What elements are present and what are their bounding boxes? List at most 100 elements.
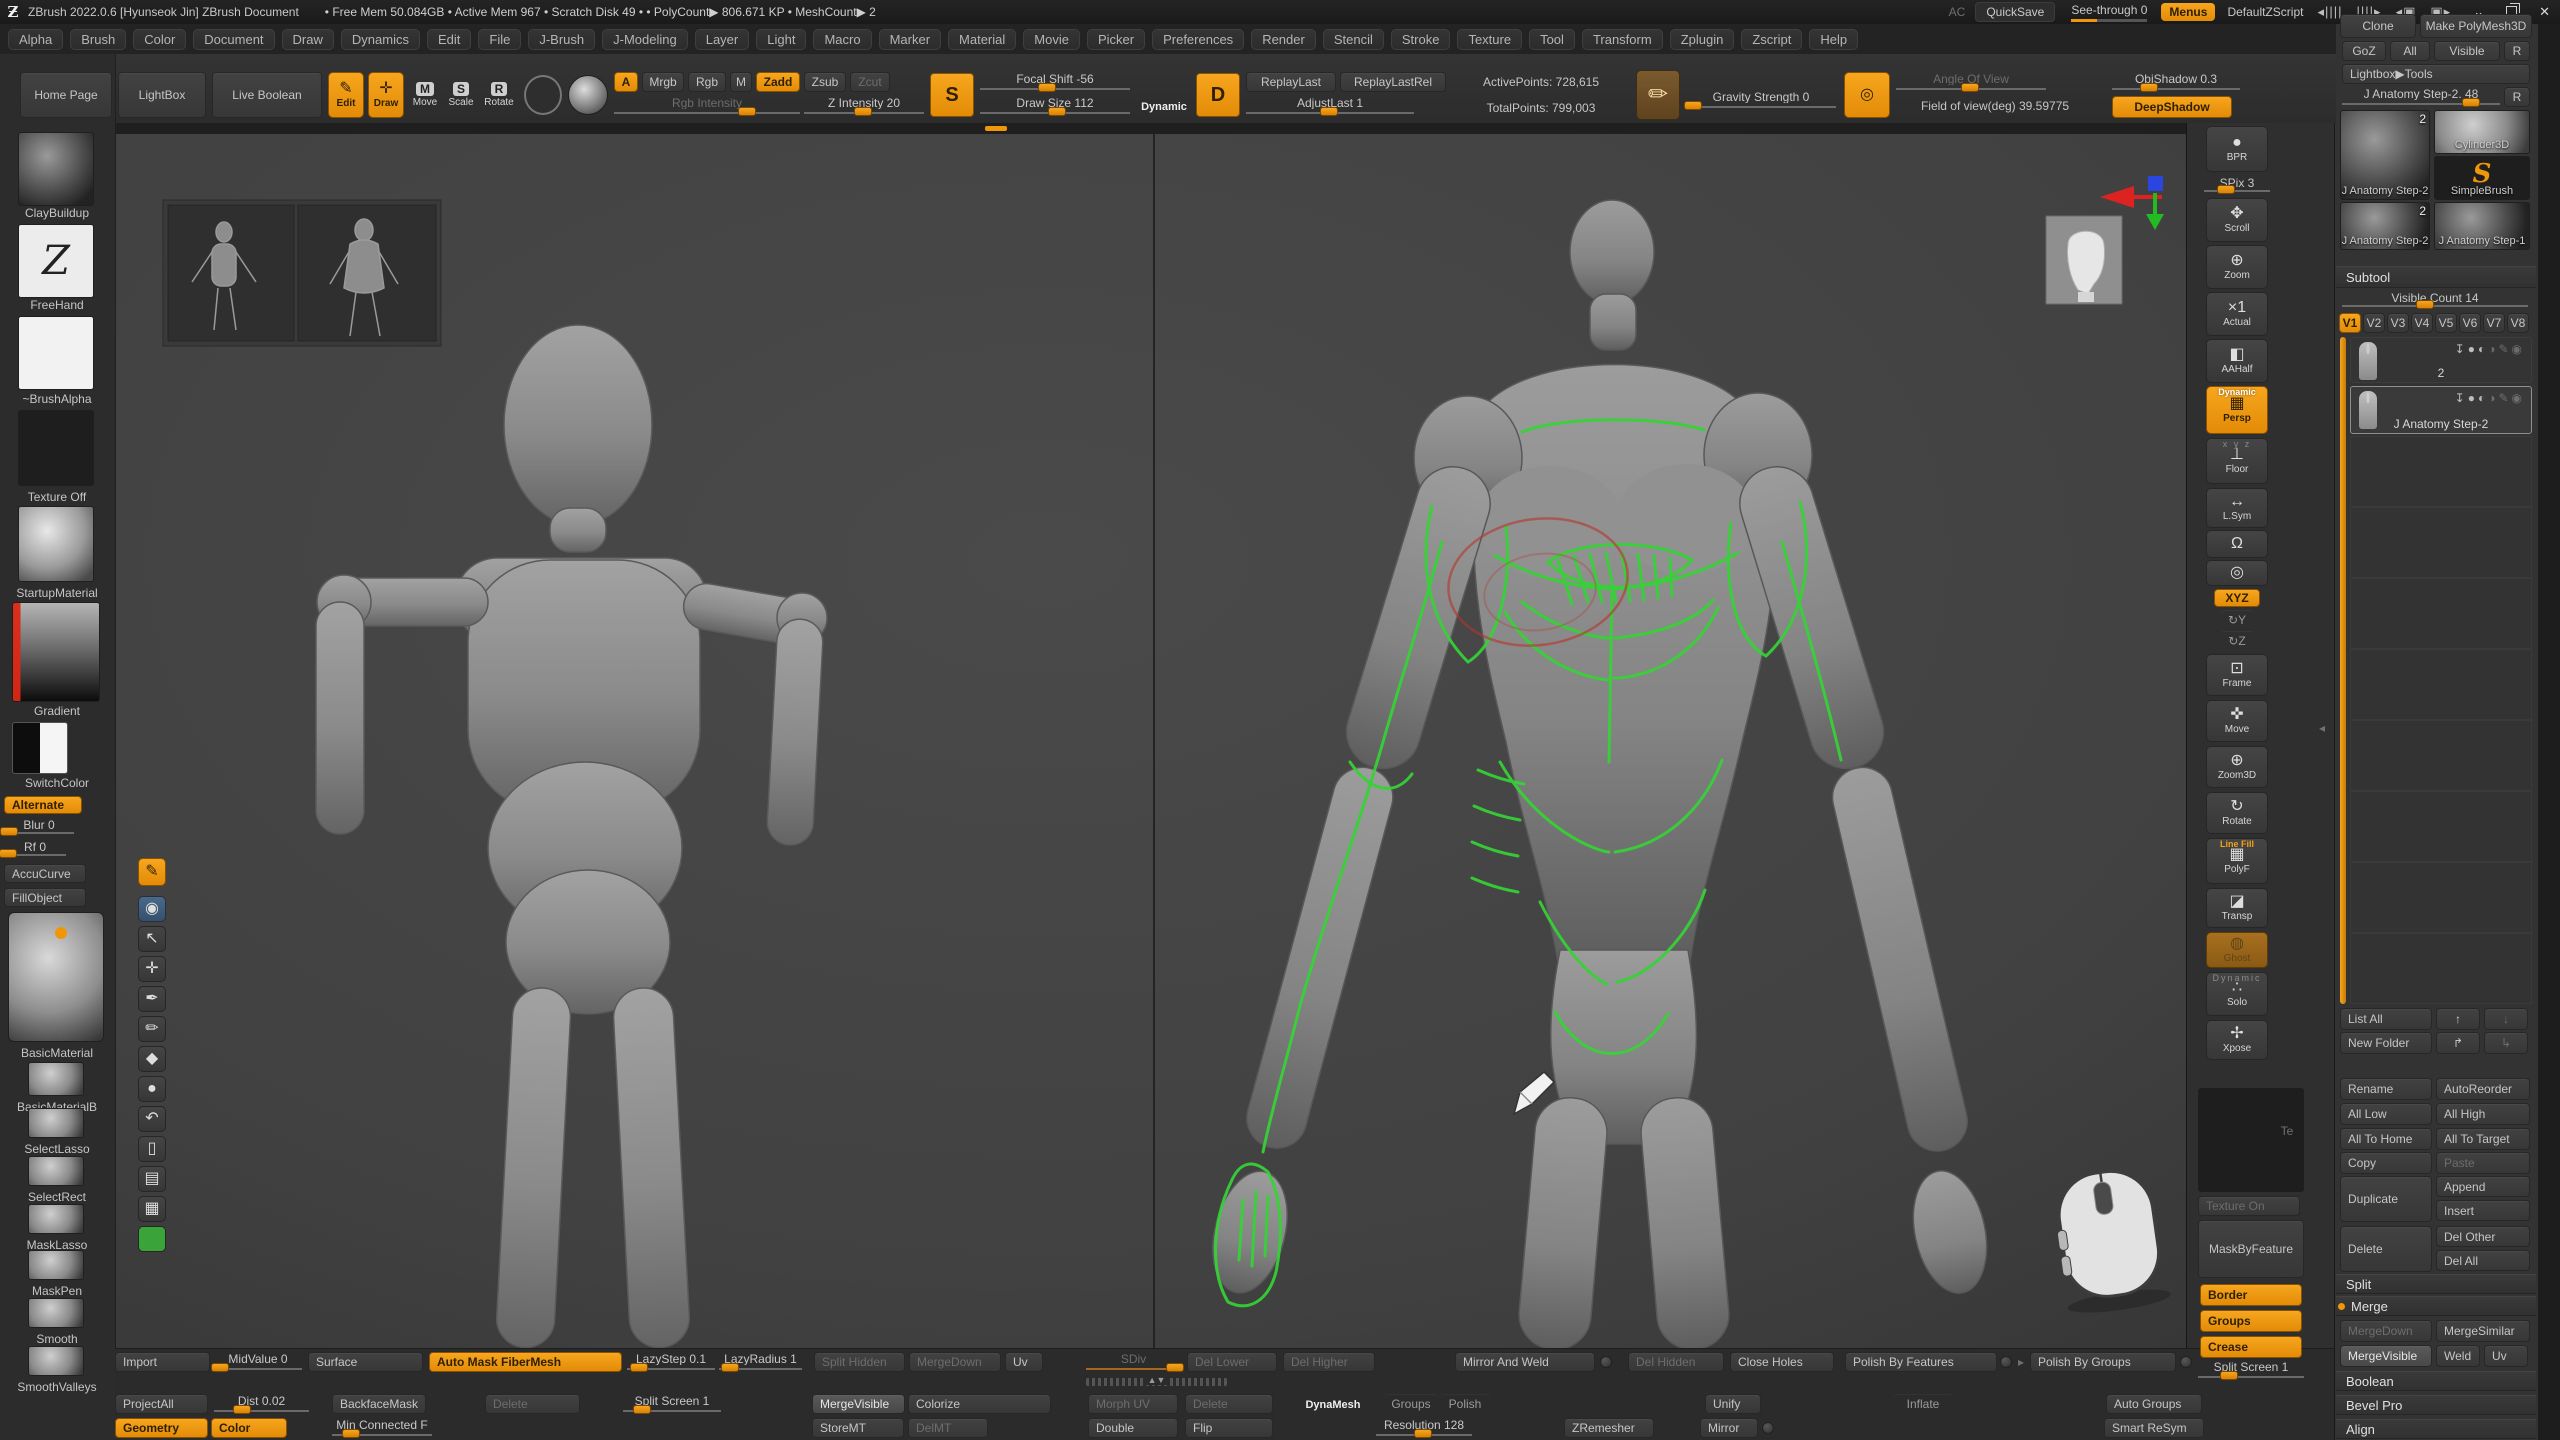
goz-button[interactable]: GoZ (2342, 41, 2386, 61)
close-button[interactable]: ✕ (2539, 4, 2550, 20)
switch-color-swatch[interactable] (12, 722, 68, 774)
menu-j-modeling[interactable]: J-Modeling (602, 29, 688, 50)
z-intensity-slider[interactable]: Z Intensity 20 (804, 96, 924, 116)
autoreorder-button[interactable]: AutoReorder (2436, 1078, 2530, 1100)
current-material-icon[interactable] (568, 75, 608, 115)
paint-a-toggle[interactable]: A (614, 72, 638, 92)
mergevisible-bottom-button[interactable]: MergeVisible (812, 1394, 905, 1414)
menu-render[interactable]: Render (1251, 29, 1316, 50)
del-all-button[interactable]: Del All (2436, 1250, 2530, 1271)
obj-shadow-slider-handle[interactable] (2140, 83, 2158, 92)
m-toggle[interactable]: M (730, 72, 752, 92)
quicksave-button[interactable]: QuickSave (1975, 2, 2055, 22)
lazyradius-slider[interactable]: LazyRadius 1 (719, 1352, 802, 1372)
menu-draw[interactable]: Draw (282, 29, 334, 50)
transp-button[interactable]: ◪Transp (2206, 888, 2268, 928)
mergedown-bottom-button[interactable]: MergeDown (909, 1352, 1001, 1372)
subtool-row-empty[interactable] (2350, 720, 2532, 791)
lazyradius-slider-handle[interactable] (721, 1363, 739, 1372)
menu-tool[interactable]: Tool (1529, 29, 1575, 50)
smooth-thumbnail[interactable] (28, 1298, 84, 1328)
tool-simplebrush[interactable]: SimpleBrushS (2434, 156, 2530, 200)
tool-name-slider[interactable]: J Anatomy Step-2. 48 (2342, 87, 2500, 107)
adjust-last-slider[interactable]: AdjustLast 1 (1246, 96, 1414, 116)
double-button[interactable]: Double (1088, 1418, 1178, 1438)
subtool-row-empty[interactable] (2350, 862, 2532, 933)
brush-thumbnail[interactable] (18, 132, 94, 206)
duplicate-button[interactable]: Duplicate (2340, 1176, 2432, 1222)
mergedown-button[interactable]: MergeDown (2340, 1320, 2432, 1342)
menu-alpha[interactable]: Alpha (8, 29, 63, 50)
resolution-slider-handle[interactable] (1414, 1429, 1432, 1438)
crease-button[interactable]: Crease (2200, 1336, 2302, 1358)
tool-anatomy-step2[interactable]: J Anatomy Step-22 (2340, 202, 2430, 250)
move-3d-button[interactable]: ✜Move (2206, 700, 2268, 742)
current-stroke-icon[interactable] (524, 75, 562, 115)
del-higher-button[interactable]: Del Higher (1283, 1352, 1375, 1372)
rgb-toggle[interactable]: Rgb (688, 72, 726, 92)
persp-button[interactable]: Dynamic▦Persp (2206, 386, 2268, 434)
gravity-strength-slider-handle[interactable] (1684, 101, 1702, 110)
append-button[interactable]: Append (2436, 1176, 2530, 1197)
subtool-row[interactable]: ↧●◐◑✎◉J Anatomy Step-2 (2350, 386, 2532, 434)
auto-groups-button[interactable]: Auto Groups (2106, 1394, 2202, 1414)
mrgb-toggle[interactable]: Mrgb (642, 72, 684, 92)
sdiv-slider[interactable]: SDiv (1086, 1352, 1181, 1372)
all-to-target-button[interactable]: All To Target (2436, 1128, 2530, 1150)
menu-material[interactable]: Material (948, 29, 1016, 50)
angle-of-view-slider[interactable]: Angle Of View (1896, 72, 2046, 92)
version-v7[interactable]: V7 (2483, 313, 2505, 333)
rotate-y-button[interactable]: ↻Y (2220, 610, 2254, 630)
version-v4[interactable]: V4 (2411, 313, 2433, 333)
lazystep-slider[interactable]: LazyStep 0.1 (627, 1352, 715, 1372)
aahalf-button[interactable]: ◧AAHalf (2206, 339, 2268, 383)
focal-shift-slider[interactable]: Focal Shift -56 (980, 72, 1130, 92)
deep-shadow-button[interactable]: DeepShadow (2112, 96, 2232, 118)
inflate-button[interactable]: Inflate (1893, 1394, 1953, 1414)
rename-button[interactable]: Rename (2340, 1078, 2432, 1100)
merge-section-header[interactable]: Merge (2336, 1296, 2536, 1316)
rotate-xyz-button[interactable]: XYZ (2214, 589, 2260, 607)
subtool-row-empty[interactable] (2350, 578, 2532, 649)
delete-uv-button[interactable]: Delete (1185, 1394, 1273, 1414)
rf-slider-handle[interactable] (0, 849, 17, 858)
menus-toggle-button[interactable]: Menus (2161, 3, 2215, 21)
menu-zscript[interactable]: Zscript (1741, 29, 1802, 50)
z-intensity-slider-handle[interactable] (854, 107, 872, 116)
menu-texture[interactable]: Texture (1457, 29, 1522, 50)
eraser-icon[interactable]: ◆ (138, 1046, 166, 1072)
move-button[interactable]: MMove (408, 72, 442, 118)
paste-button[interactable]: Paste (2436, 1152, 2530, 1174)
subtool-header[interactable]: Subtool (2336, 266, 2536, 288)
adjust-last-slider-handle[interactable] (1320, 107, 1338, 116)
delmt-button[interactable]: DelMT (908, 1418, 988, 1438)
focal-shift-brush-icon[interactable]: S (930, 73, 974, 117)
delete-button[interactable]: Delete (2340, 1226, 2432, 1272)
replay-last-rel-button[interactable]: ReplayLastRel (1340, 72, 1446, 92)
version-v3[interactable]: V3 (2387, 313, 2409, 333)
menu-marker[interactable]: Marker (879, 29, 941, 50)
visible-count-slider[interactable]: Visible Count 14 (2342, 291, 2528, 309)
version-v6[interactable]: V6 (2459, 313, 2481, 333)
texture-thumbnail[interactable] (18, 410, 94, 486)
pen-icon[interactable]: ✒ (138, 986, 166, 1012)
menu-help[interactable]: Help (1809, 29, 1858, 50)
mirror-axis-dot[interactable] (1762, 1422, 1774, 1434)
subtool-icons[interactable]: ↧●◐◑✎◉ (2455, 343, 2525, 355)
zoom3d-button[interactable]: ⊕Zoom3D (2206, 746, 2268, 788)
zremesher-button[interactable]: ZRemesher (1564, 1418, 1654, 1438)
weld-button[interactable]: Weld (2436, 1345, 2480, 1367)
mask-pen-thumbnail[interactable] (28, 1250, 84, 1280)
rgb-intensity-slider[interactable]: Rgb Intensity (614, 96, 800, 116)
subtool-row-empty[interactable] (2350, 436, 2532, 507)
menu-zplugin[interactable]: Zplugin (1670, 29, 1735, 50)
select-lasso-thumbnail[interactable] (28, 1108, 84, 1138)
subtool-row-empty[interactable] (2350, 507, 2532, 578)
mirror-and-weld-button[interactable]: Mirror And Weld (1455, 1352, 1595, 1372)
dist-slider-handle[interactable] (233, 1405, 251, 1414)
rotate-3d-button[interactable]: ↻Rotate (2206, 792, 2268, 834)
morph-uv-button[interactable]: Morph UV (1088, 1394, 1178, 1414)
ghost-button[interactable]: ◍Ghost (2206, 932, 2268, 968)
menu-stencil[interactable]: Stencil (1323, 29, 1384, 50)
split-screen-slider[interactable]: Split Screen 1 (2198, 1360, 2304, 1380)
